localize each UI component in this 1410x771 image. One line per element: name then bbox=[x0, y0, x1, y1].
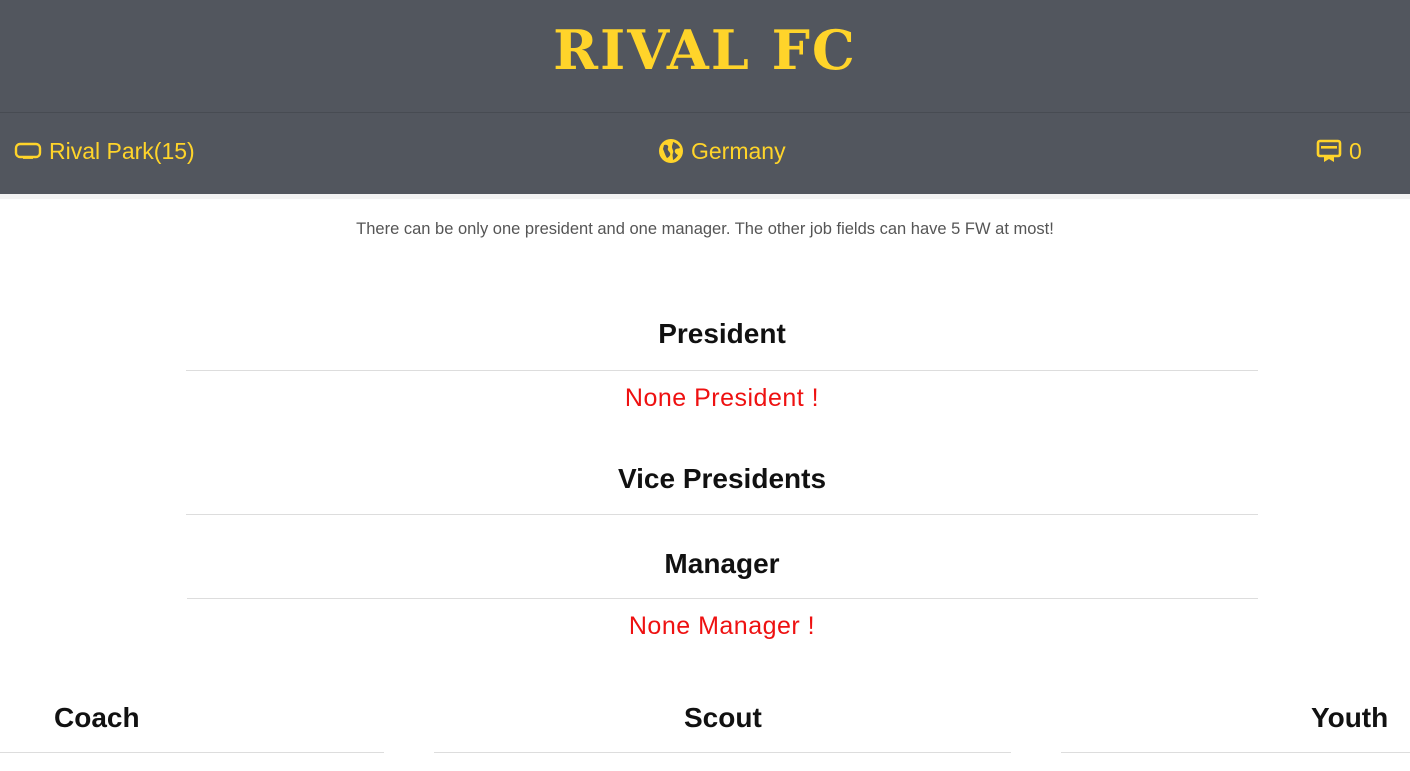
coach-divider bbox=[0, 752, 384, 753]
club-header: RIVAL FC bbox=[0, 0, 1410, 113]
president-heading: President bbox=[658, 318, 786, 349]
country-info[interactable]: Germany bbox=[658, 113, 786, 189]
scout-heading: Scout bbox=[684, 702, 762, 733]
club-name: RIVAL FC bbox=[553, 18, 857, 82]
credits-value: 0 bbox=[1349, 137, 1362, 164]
globe-icon bbox=[658, 138, 684, 164]
vice-presidents-divider bbox=[186, 514, 1258, 515]
country-label: Germany bbox=[691, 137, 786, 164]
president-divider bbox=[186, 370, 1258, 371]
youth-heading: Youth bbox=[1311, 702, 1389, 733]
stadium-label: Rival Park(15) bbox=[49, 137, 195, 164]
manager-vacant-message: None Manager ! bbox=[628, 612, 816, 640]
coach-heading: Coach bbox=[54, 702, 140, 733]
stadium-info[interactable]: Rival Park(15) bbox=[14, 113, 195, 189]
manager-heading: Manager bbox=[664, 548, 780, 579]
scout-divider bbox=[434, 752, 1011, 753]
vice-presidents-heading: Vice Presidents bbox=[617, 463, 827, 494]
stadium-icon bbox=[14, 141, 42, 161]
club-info-bar: Rival Park(15) Germany 0 bbox=[0, 113, 1410, 194]
credits-info[interactable]: 0 bbox=[1316, 113, 1362, 189]
youth-divider bbox=[1061, 752, 1410, 753]
manager-divider bbox=[187, 598, 1258, 599]
job-limit-notice: There can be only one president and one … bbox=[356, 220, 1054, 238]
credits-icon bbox=[1316, 138, 1342, 164]
president-vacant-message: None President ! bbox=[624, 384, 820, 412]
divider-strip bbox=[0, 194, 1410, 199]
